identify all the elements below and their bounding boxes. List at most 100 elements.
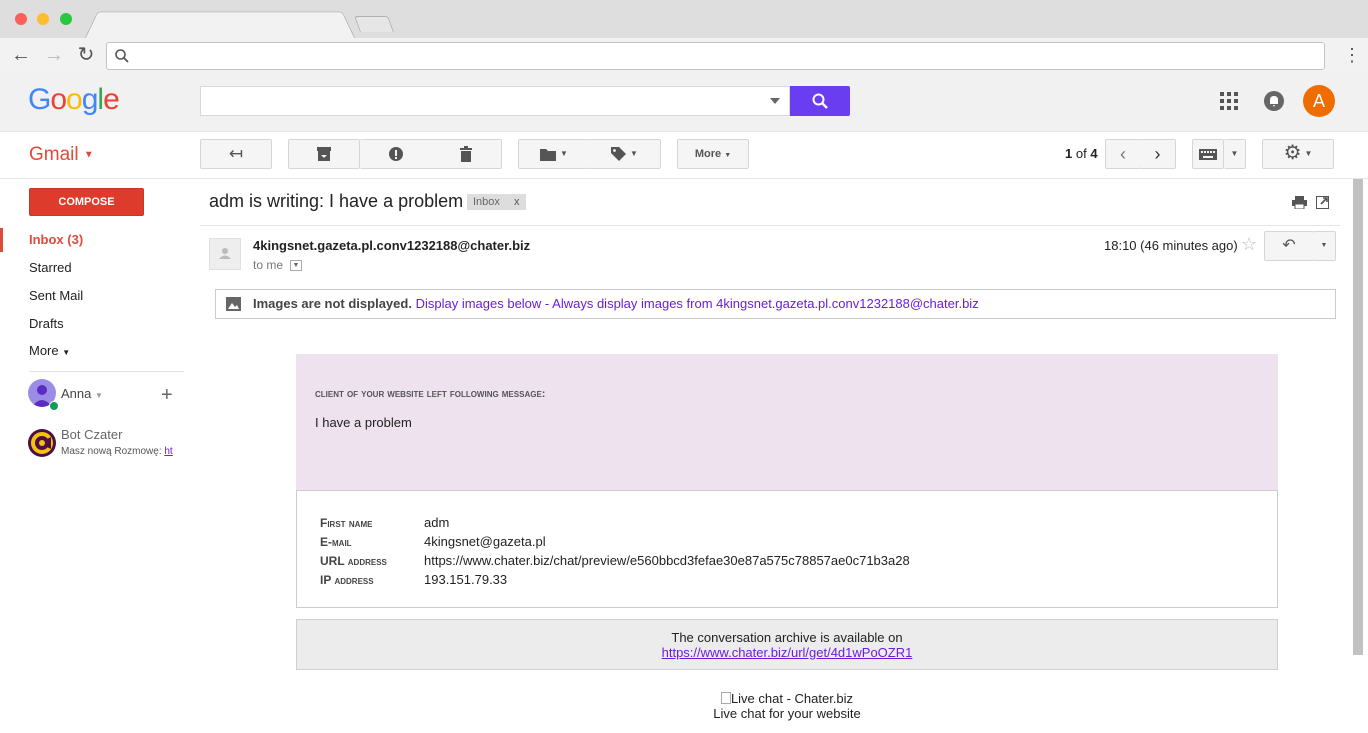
sender-address[interactable]: 4kingsnet.gazeta.pl.conv1232188@chater.b… <box>253 238 530 253</box>
reload-icon[interactable]: ↻ <box>75 44 97 66</box>
maximize-window-icon[interactable] <box>60 13 72 25</box>
more-label: More <box>29 343 59 358</box>
chat-contact-name[interactable]: Bot Czater <box>61 427 122 442</box>
subject-divider <box>200 225 1340 226</box>
search-icon <box>812 93 828 109</box>
details-dropdown-icon[interactable]: ▼ <box>290 260 302 271</box>
move-to-button[interactable]: ▼ <box>518 139 590 169</box>
forward-icon[interactable]: → <box>43 44 65 66</box>
separator: - <box>541 296 553 311</box>
chevron-down-icon: ▼ <box>83 149 94 161</box>
gmail-menu[interactable]: Gmail ▼ <box>29 144 94 166</box>
logo-letter: e <box>103 83 120 116</box>
email-label: E-mail <box>320 535 352 549</box>
always-display-link[interactable]: Always display images from 4kingsnet.gaz… <box>552 296 979 311</box>
new-tab-button[interactable] <box>354 16 394 32</box>
images-notice-text: Images are not displayed. <box>253 296 412 311</box>
person-icon <box>219 248 231 259</box>
label-icon <box>611 147 627 161</box>
archive-button[interactable] <box>288 139 360 169</box>
pagination-info: 1 of 4 <box>1065 146 1098 161</box>
chevron-left-icon: ‹ <box>1120 144 1126 164</box>
keyboard-icon <box>1199 149 1217 160</box>
more-actions-button[interactable]: More ▼ <box>677 139 749 169</box>
url-value: https://www.chater.biz/chat/preview/e560… <box>424 553 910 568</box>
chevron-down-icon: ▼ <box>724 152 732 159</box>
more-reply-options[interactable]: ▼ <box>1313 231 1336 261</box>
hangouts-user[interactable]: Anna ▼ <box>61 386 103 401</box>
back-icon[interactable]: ← <box>10 44 32 66</box>
address-bar[interactable] <box>106 42 1325 70</box>
broken-image-icon <box>720 692 731 704</box>
sidebar-item-more[interactable]: More ▼ <box>29 343 70 358</box>
bot-avatar[interactable] <box>28 429 56 457</box>
older-button[interactable]: › <box>1140 139 1176 169</box>
ip-label: IP address <box>320 573 374 587</box>
minimize-window-icon[interactable] <box>37 13 49 25</box>
sidebar-item-inbox[interactable]: Inbox (3) <box>29 232 83 247</box>
page-current: 1 <box>1065 146 1073 161</box>
report-spam-button[interactable] <box>360 139 432 169</box>
scrollbar[interactable] <box>1353 179 1363 655</box>
active-indicator <box>0 228 3 252</box>
open-in-new-window-icon[interactable] <box>1316 196 1329 209</box>
notifications-icon[interactable] <box>1264 91 1284 111</box>
header-divider <box>0 178 1368 179</box>
inbox-label-badge[interactable]: Inbox x <box>467 194 526 210</box>
reply-button[interactable]: ↶ <box>1264 231 1314 261</box>
sidebar-item-drafts[interactable]: Drafts <box>29 316 64 331</box>
message-box: client of your website left following me… <box>296 354 1278 491</box>
sidebar-divider <box>29 371 184 372</box>
input-tools-button[interactable] <box>1192 139 1224 169</box>
arrow-back-icon: ↤ <box>228 144 244 163</box>
star-icon[interactable]: ☆ <box>1241 234 1257 255</box>
print-icon[interactable] <box>1292 196 1307 209</box>
chater-logo-image[interactable]: Live chat - Chater.biz <box>596 691 978 706</box>
chevron-down-icon: ▼ <box>1230 149 1239 158</box>
search-options-icon[interactable] <box>770 98 780 104</box>
back-to-inbox-button[interactable]: ↤ <box>200 139 272 169</box>
recipient-summary[interactable]: to me ▼ <box>253 258 302 272</box>
logo-letter: G <box>28 83 51 116</box>
chevron-right-icon: › <box>1154 144 1161 164</box>
logo-letter: g <box>81 83 99 116</box>
newer-button[interactable]: ‹ <box>1105 139 1141 169</box>
remove-label-icon[interactable]: x <box>514 194 520 210</box>
google-logo[interactable]: Google <box>28 83 120 117</box>
sender-avatar[interactable] <box>209 238 241 270</box>
chater-footer: Live chat - Chater.biz Live chat for you… <box>596 691 978 721</box>
logo-letter: o <box>50 83 67 116</box>
labels-button[interactable]: ▼ <box>589 139 661 169</box>
chat-preview[interactable]: Masz nową Rozmowę: ht <box>61 446 185 457</box>
delete-button[interactable] <box>430 139 502 169</box>
footer-tagline: Live chat for your website <box>713 706 861 721</box>
display-images-link[interactable]: Display images below <box>416 296 542 311</box>
label-text: Inbox <box>473 196 500 208</box>
input-tools-menu[interactable]: ▼ <box>1224 139 1246 169</box>
first-name-label: First name <box>320 516 373 530</box>
archive-link[interactable]: https://www.chater.biz/url/get/4d1wPoOZR… <box>662 645 913 660</box>
browser-menu-icon[interactable]: ⋮ <box>1343 46 1361 64</box>
search-input[interactable] <box>200 86 790 116</box>
browser-tab[interactable] <box>84 11 356 40</box>
new-chat-icon[interactable]: + <box>161 385 173 405</box>
chater-logo-icon <box>31 432 53 454</box>
chevron-down-icon: ▼ <box>560 149 568 158</box>
archive-icon <box>317 147 331 161</box>
archive-box: The conversation archive is available on… <box>296 619 1278 670</box>
search-button[interactable] <box>790 86 850 116</box>
settings-button[interactable]: ⚙ ▼ <box>1262 139 1334 169</box>
apps-grid-icon[interactable] <box>1220 92 1238 110</box>
compose-button[interactable]: COMPOSE <box>29 188 144 216</box>
url-label: URL address <box>320 554 387 568</box>
account-avatar[interactable]: A <box>1303 85 1335 117</box>
sidebar-item-sent[interactable]: Sent Mail <box>29 288 83 303</box>
folder-icon <box>540 149 557 161</box>
hangouts-user-name: Anna <box>61 386 92 401</box>
search-icon <box>115 49 129 63</box>
gear-icon: ⚙ <box>1283 142 1302 164</box>
close-window-icon[interactable] <box>15 13 27 25</box>
chat-preview-link[interactable]: ht <box>164 446 172 457</box>
sidebar-item-starred[interactable]: Starred <box>29 260 72 275</box>
message-heading: client of your website left following me… <box>315 388 546 400</box>
